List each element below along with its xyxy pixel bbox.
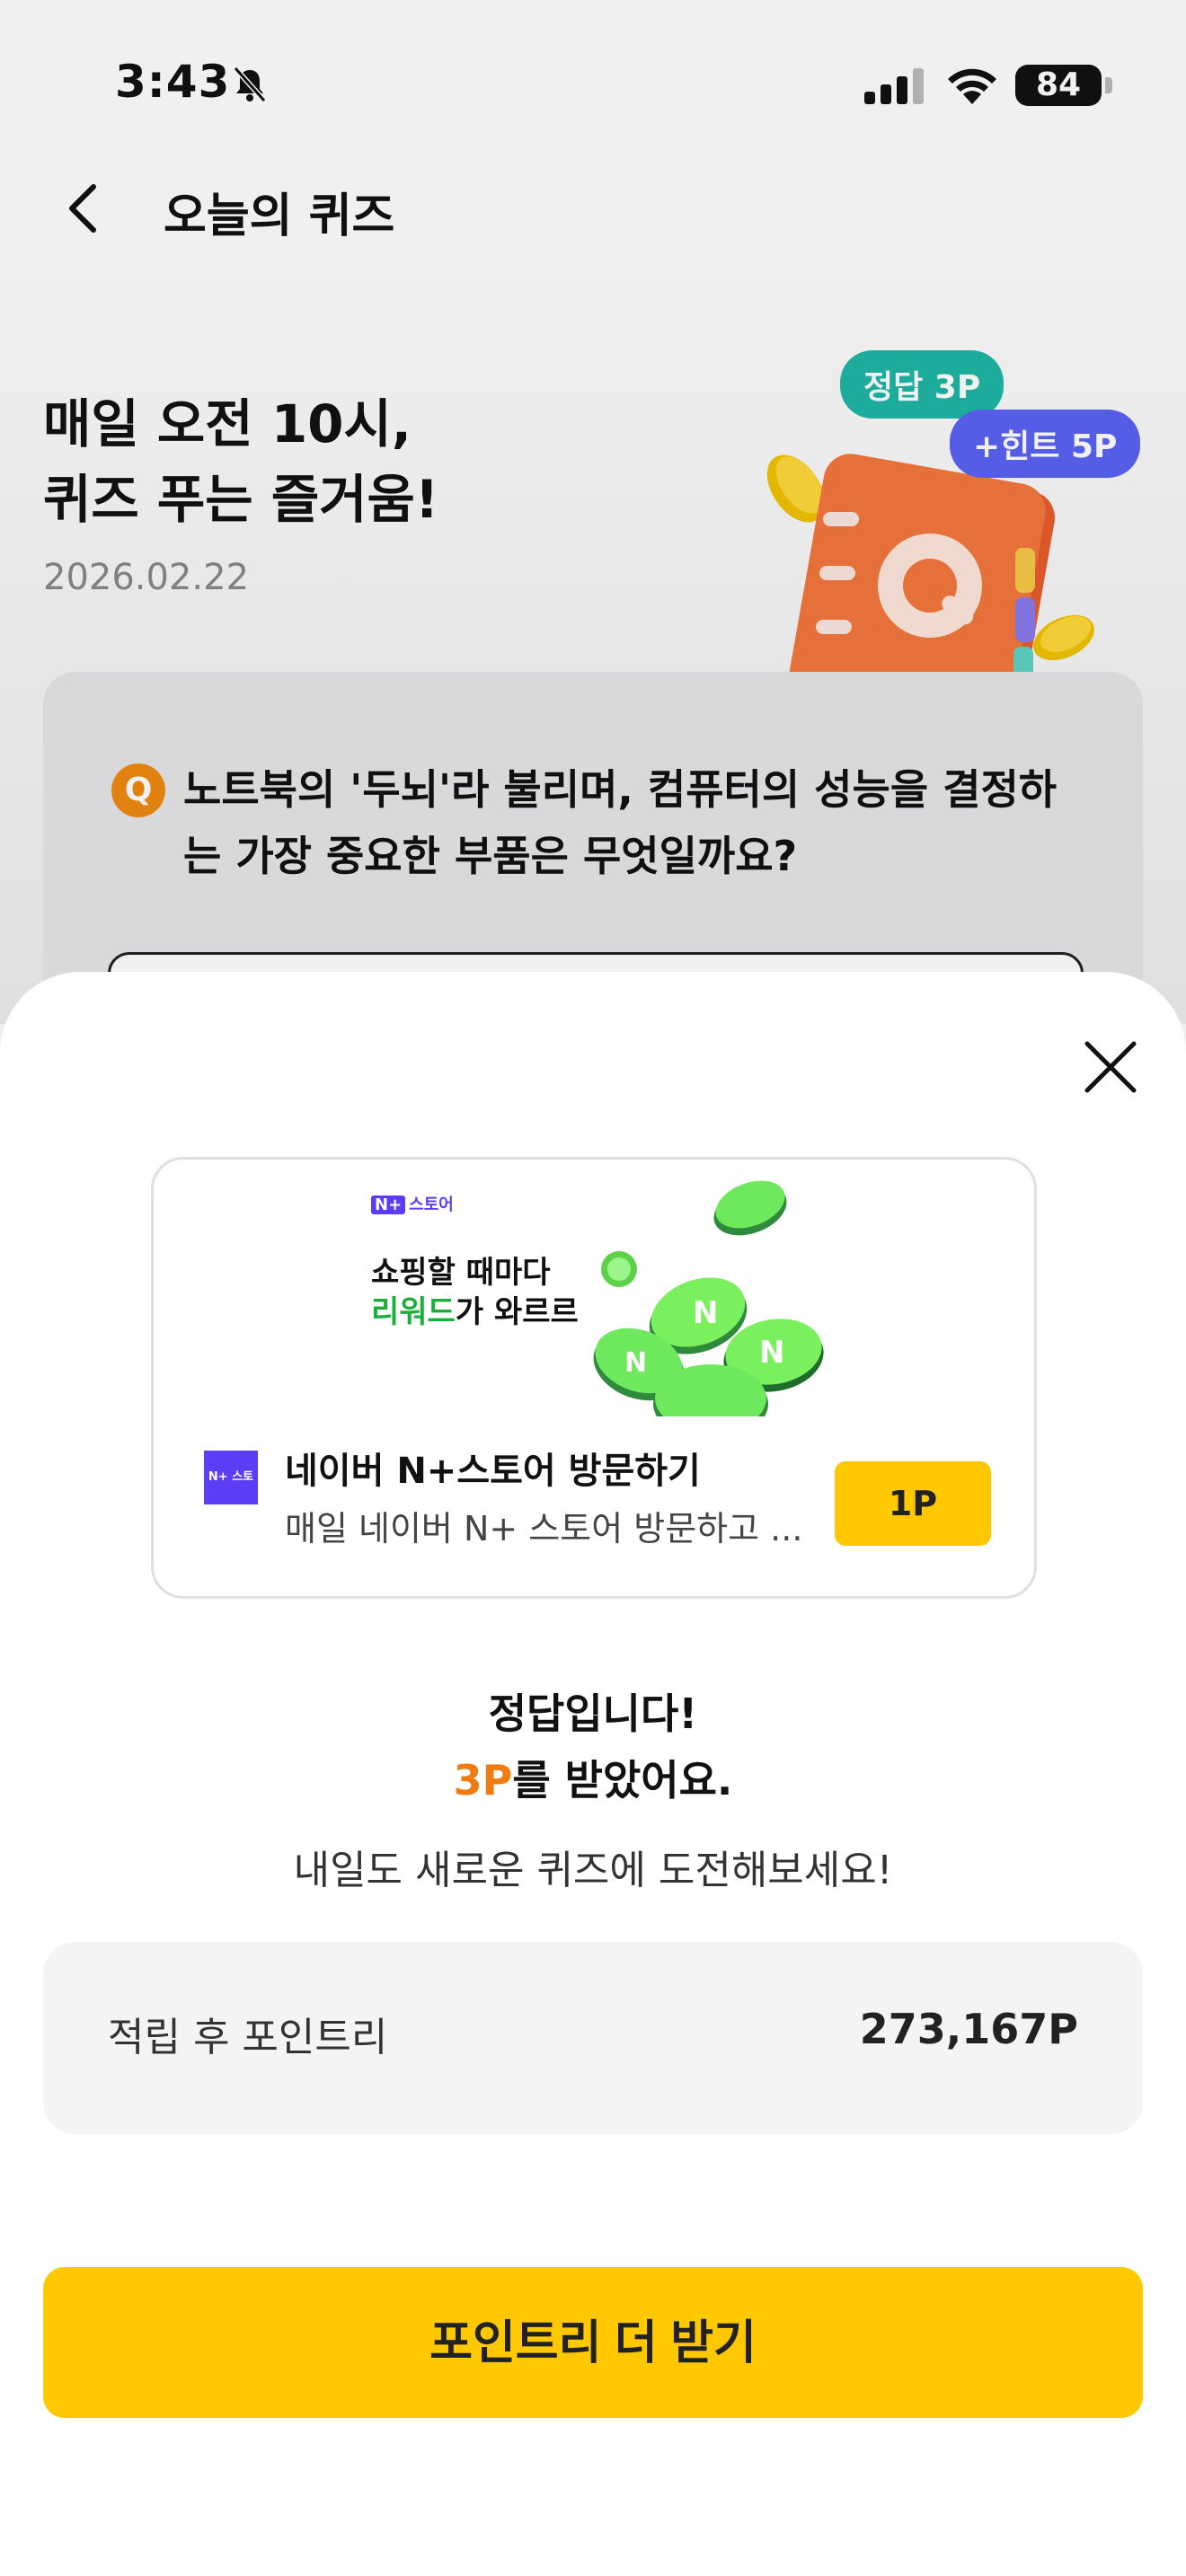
ad-coins-illustration: N N N bbox=[593, 1180, 824, 1416]
svg-text:N: N bbox=[624, 1347, 647, 1379]
ad-headline-rest: 할 때마다 bbox=[427, 1255, 551, 1291]
ad-description: 매일 네이버 N+ 스토어 방문하고 ... bbox=[285, 1509, 803, 1548]
balance-value: 273,167P bbox=[859, 2005, 1078, 2053]
ad-title: 네이버 N+스토어 방문하기 bbox=[285, 1451, 701, 1492]
earned-points: 3P bbox=[453, 1756, 513, 1804]
result-points-suffix: 를 받았어요. bbox=[512, 1756, 733, 1804]
ad-headline-rest2: 가 와르르 bbox=[455, 1294, 579, 1330]
balance-label: 적립 후 포인트리 bbox=[108, 2015, 388, 2060]
result-title: 정답입니다! bbox=[488, 1689, 698, 1738]
ad-headline-bold: 쇼핑 bbox=[371, 1255, 428, 1291]
close-icon[interactable] bbox=[1082, 1038, 1139, 1096]
nplus-store-logo: N+ 스토어 bbox=[204, 1451, 258, 1538]
ad-reward-button[interactable]: 1P bbox=[835, 1461, 991, 1546]
ad-headline-green: 리워드 bbox=[371, 1294, 456, 1330]
modal-overlay[interactable] bbox=[0, 0, 1186, 1024]
ad-brand-text: 스토어 bbox=[409, 1195, 454, 1214]
result-points-line: 3P를 받았어요. bbox=[0, 1748, 1186, 1807]
get-more-points-button[interactable]: 포인트리 더 받기 bbox=[43, 2267, 1143, 2418]
ad-brand-label: N+ 스토어 bbox=[371, 1192, 454, 1215]
svg-text:N: N bbox=[759, 1335, 784, 1371]
coin-icon bbox=[713, 1180, 787, 1236]
ad-headline: 쇼핑할 때마다 리워드가 와르르 bbox=[371, 1253, 579, 1332]
result-subtitle: 내일도 새로운 퀴즈에 도전해보세요! bbox=[293, 1848, 893, 1893]
ad-brand-badge: N+ bbox=[371, 1195, 406, 1214]
ad-card[interactable]: N N N N+ 스토어 쇼핑할 때마다 리워드가 와르르 N+ 스토어 네이버 … bbox=[151, 1157, 1037, 1599]
svg-text:N: N bbox=[693, 1295, 718, 1331]
